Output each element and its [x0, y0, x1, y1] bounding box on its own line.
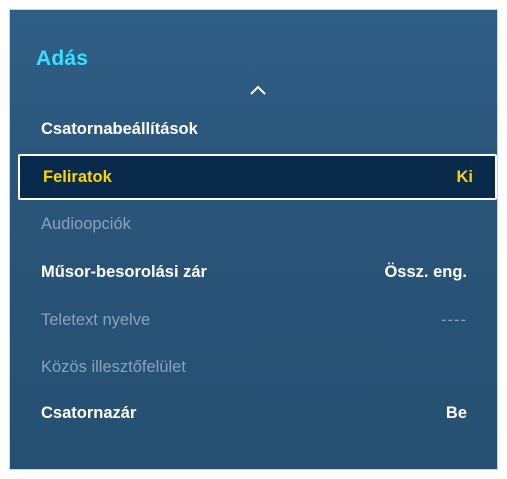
menu-item-label: Audioopciók [41, 214, 131, 233]
menu-item-value: ---- [441, 310, 467, 329]
menu-item-label: Csatornazár [41, 403, 137, 422]
menu-item-audioopciok: Audioopciók [26, 202, 481, 246]
panel-title: Adás [36, 47, 89, 70]
menu-item-feliratok[interactable]: Feliratok Ki [18, 154, 497, 200]
menu-item-label: Csatornabeállítások [41, 119, 198, 138]
menu-item-value: Össz. eng. [384, 262, 467, 281]
menu-item-value: Be [445, 403, 467, 422]
menu-item-label: Feliratok [43, 167, 112, 186]
menu-item-label: Teletext nyelve [41, 310, 151, 329]
menu-item-label: Műsor-besorolási zár [41, 262, 207, 281]
menu-item-csatornabeallitasok[interactable]: Csatornabeállítások [26, 107, 481, 151]
menu-item-musor-besorolasi-zar[interactable]: Műsor-besorolási zár Össz. eng. [26, 250, 481, 294]
chevron-up-icon[interactable] [249, 84, 267, 96]
menu-item-label: Közös illesztőfelület [41, 357, 186, 376]
menu-item-kozos-illesztofelulet: Közös illesztőfelület [26, 345, 481, 389]
menu-item-csatornazar[interactable]: Csatornazár Be [26, 391, 481, 435]
menu-item-teletext-nyelve: Teletext nyelve ---- [26, 298, 481, 342]
menu-item-value: Ki [456, 167, 474, 186]
